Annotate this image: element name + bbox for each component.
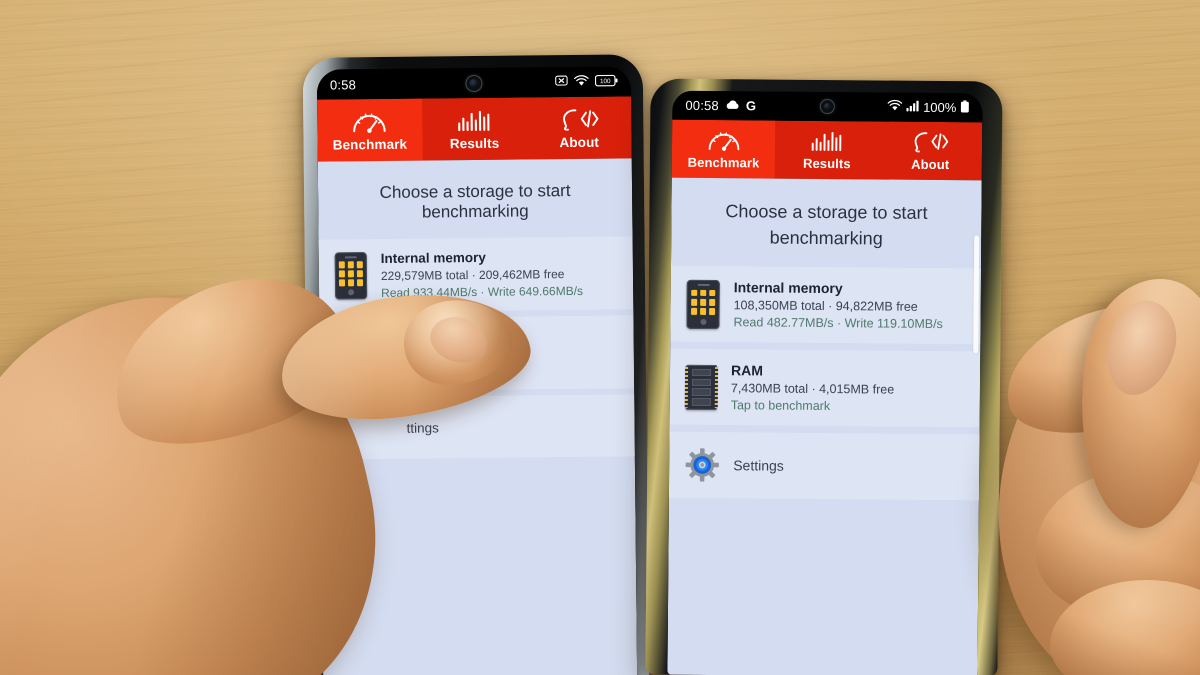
right-prompt: Choose a storage to start benchmarking bbox=[725, 201, 928, 249]
memory-phone-icon bbox=[334, 252, 368, 300]
tab-results[interactable]: Results bbox=[775, 121, 879, 180]
tab-about[interactable]: About bbox=[878, 121, 982, 180]
battery-icon bbox=[960, 99, 969, 116]
right-phone: 00:58 G 100% Benchmark Results About Cho… bbox=[645, 78, 1003, 675]
ram-chip-icon bbox=[334, 333, 367, 376]
bar-chart-icon bbox=[456, 107, 492, 132]
tab-about-label: About bbox=[559, 134, 600, 150]
tab-benchmark[interactable]: Benchmark bbox=[671, 119, 776, 179]
right-tab-bar[interactable]: Benchmark Results About bbox=[671, 119, 983, 181]
battery-icon: 100 bbox=[594, 74, 618, 89]
cloud-icon bbox=[725, 98, 740, 113]
left-phone: 0:58 100 Benchmark Results About Choose … bbox=[302, 54, 650, 675]
left-item-capacity: 7,156MB free bbox=[439, 346, 512, 362]
tab-results-label: Results bbox=[449, 135, 500, 151]
speedometer-icon bbox=[706, 128, 742, 152]
svg-text:100: 100 bbox=[600, 78, 611, 85]
left-item-speed: Read 933.44MB/s · Write 649.66MB/s bbox=[381, 283, 584, 300]
right-storage-item-internal-memory[interactable]: Internal memory 108,350MB total · 94,822… bbox=[670, 265, 981, 345]
tab-benchmark[interactable]: Benchmark bbox=[317, 98, 423, 162]
right-status-time: 00:58 bbox=[685, 97, 719, 114]
right-content: Choose a storage to start benchmarking I… bbox=[667, 177, 982, 675]
right-item-title: Internal memory bbox=[733, 279, 843, 297]
g-network-icon: G bbox=[745, 98, 757, 114]
tab-results-label: Results bbox=[802, 155, 851, 172]
camera-punch-hole bbox=[819, 98, 835, 115]
left-phone-screen[interactable]: 0:58 100 Benchmark Results About Choose … bbox=[316, 66, 638, 675]
tab-benchmark-label: Benchmark bbox=[687, 154, 760, 171]
left-settings-item[interactable]: ttings bbox=[320, 394, 635, 460]
left-tab-bar[interactable]: Benchmark Results About bbox=[317, 96, 632, 162]
tab-about-label: About bbox=[911, 156, 950, 173]
head-code-icon bbox=[558, 106, 600, 131]
signal-icon bbox=[906, 100, 919, 115]
bar-chart-icon bbox=[810, 129, 844, 153]
wifi-icon bbox=[574, 74, 589, 89]
memory-phone-icon bbox=[686, 279, 720, 329]
left-settings-label: ttings bbox=[406, 419, 439, 436]
left-item-speed: k bbox=[439, 364, 447, 379]
right-settings-label: Settings bbox=[733, 457, 784, 474]
ram-chip-icon bbox=[684, 364, 719, 410]
right-item-speed: Read 482.77MB/s · Write 119.10MB/s bbox=[733, 315, 943, 332]
right-item-title: RAM bbox=[730, 362, 764, 379]
right-status-bar: 00:58 G 100% bbox=[672, 90, 983, 123]
left-prompt: Choose a storage to start benchmarking bbox=[379, 181, 571, 222]
tab-results[interactable]: Results bbox=[422, 97, 527, 160]
left-status-bar: 0:58 100 bbox=[316, 66, 632, 100]
battery-percent-label: 100% bbox=[923, 99, 957, 116]
mute-x-icon bbox=[555, 74, 568, 90]
gear-icon bbox=[685, 448, 719, 482]
right-item-tap-hint: Tap to benchmark bbox=[730, 398, 831, 414]
right-phone-screen[interactable]: 00:58 G 100% Benchmark Results About Cho… bbox=[667, 90, 983, 675]
right-settings-item[interactable]: Settings bbox=[668, 431, 980, 501]
right-storage-item-ram[interactable]: RAM 7,430MB total · 4,015MB free Tap to … bbox=[669, 348, 981, 428]
camera-punch-hole bbox=[465, 74, 483, 93]
wifi-icon bbox=[887, 99, 902, 115]
left-content: Choose a storage to start benchmarking I… bbox=[317, 158, 638, 675]
left-storage-item-internal-memory[interactable]: Internal memory 229,579MB total · 209,46… bbox=[318, 236, 634, 313]
scene: 0:58 100 Benchmark Results About Choose … bbox=[0, 0, 1200, 675]
left-item-title: Internal memory bbox=[380, 249, 486, 266]
right-item-capacity: 108,350MB total · 94,822MB free bbox=[733, 298, 918, 315]
right-item-capacity: 7,430MB total · 4,015MB free bbox=[730, 381, 895, 397]
left-item-capacity: 229,579MB total · 209,462MB free bbox=[380, 267, 565, 283]
left-item-title: RAM bbox=[379, 329, 411, 346]
right-scrollbar[interactable] bbox=[973, 235, 980, 354]
tab-benchmark-label: Benchmark bbox=[332, 136, 408, 152]
head-code-icon bbox=[910, 130, 950, 154]
tab-about[interactable]: About bbox=[526, 96, 631, 159]
speedometer-icon bbox=[351, 108, 389, 133]
left-storage-item-ram[interactable]: RAM 7,156MB free k bbox=[319, 315, 635, 392]
left-status-time: 0:58 bbox=[329, 76, 357, 93]
